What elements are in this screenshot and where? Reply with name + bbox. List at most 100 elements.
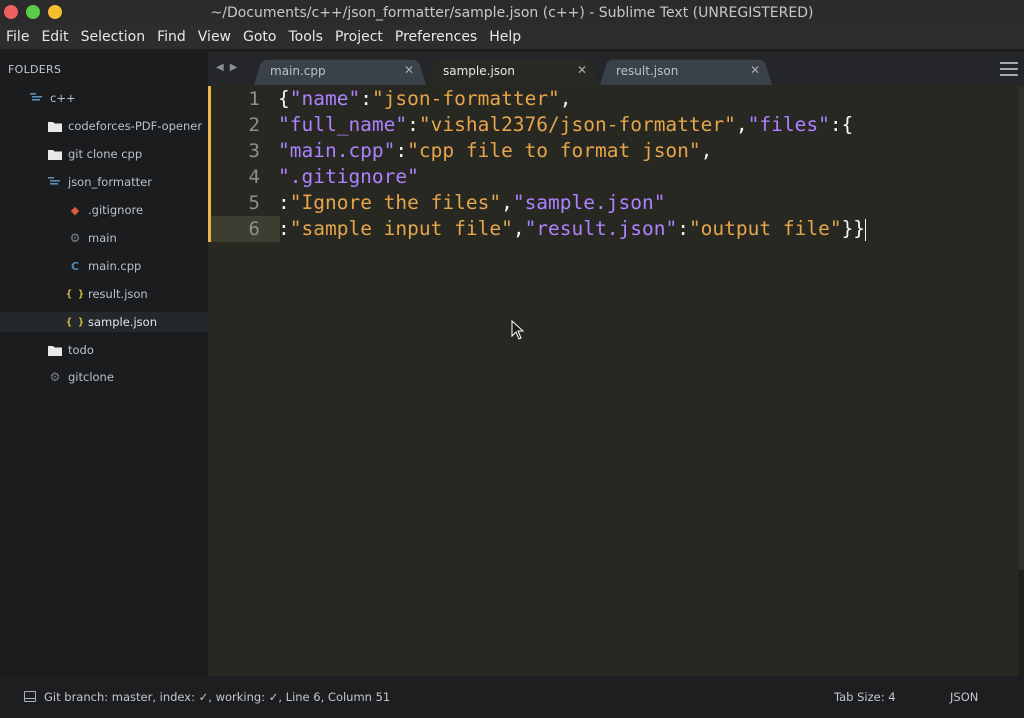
sidebar-item-result-json[interactable]: { } result.json <box>66 284 148 304</box>
json-braces-icon: { } <box>65 316 85 328</box>
sidebar-item-label: c++ <box>50 91 76 105</box>
menu-find[interactable]: Find <box>151 25 192 49</box>
window-controls <box>4 5 62 19</box>
folder-open-icon <box>30 91 44 105</box>
sidebar-item-json-formatter-folder[interactable]: json_formatter <box>48 172 152 192</box>
json-punctuation: :{ <box>829 113 854 136</box>
sidebar-item-label: todo <box>68 343 94 357</box>
minimize-window-button[interactable] <box>48 5 62 19</box>
menu-tools[interactable]: Tools <box>282 25 329 49</box>
sidebar-item-cpp-folder[interactable]: c++ <box>30 88 76 108</box>
sidebar-item-gitclone[interactable]: ⚙ gitclone <box>48 367 114 387</box>
code-line[interactable]: :"sample input file","result.json":"outp… <box>278 216 867 242</box>
tab-label: sample.json <box>443 64 515 78</box>
cpp-icon: C <box>70 259 80 273</box>
code-line[interactable]: "full_name":"vishal2376/json-formatter",… <box>278 112 853 138</box>
code-line[interactable]: ".gitignore" <box>278 164 419 190</box>
tab-result-json[interactable]: result.json ✕ <box>600 57 772 85</box>
json-punctuation: , <box>735 113 748 136</box>
json-punctuation: , <box>559 87 572 110</box>
json-string: "sample input file" <box>289 217 513 240</box>
tab-size-indicator[interactable]: Tab Size: 4 <box>834 690 896 704</box>
sidebar-item-sample-json[interactable]: { } sample.json <box>0 312 208 332</box>
sidebar-item-main[interactable]: ⚙ main <box>68 228 117 248</box>
json-punctuation: , <box>512 217 525 240</box>
sidebar-item-label: json_formatter <box>68 175 152 189</box>
json-key: "sample.json" <box>512 191 666 214</box>
code-line[interactable]: "main.cpp":"cpp file to format json", <box>278 138 712 164</box>
gear-icon: ⚙ <box>49 370 61 384</box>
sidebar-item-label: .gitignore <box>88 203 144 217</box>
gear-icon: ⚙ <box>69 231 81 245</box>
menu-file[interactable]: File <box>0 25 35 49</box>
json-punctuation: : <box>360 87 372 110</box>
close-icon[interactable]: ✕ <box>404 63 414 77</box>
sidebar-item-main-cpp[interactable]: C main.cpp <box>68 256 141 276</box>
json-key: "result.json" <box>524 217 678 240</box>
gutter: 1 2 3 4 5 6 <box>208 86 278 256</box>
json-string: "json-formatter" <box>371 87 560 110</box>
menu-project[interactable]: Project <box>329 25 389 49</box>
sidebar-item-codeforces-folder[interactable]: codeforces-PDF-opener <box>48 116 202 136</box>
line-number: 2 <box>248 114 260 136</box>
sidebar: FOLDERS c++ codeforces-PDF-opener git cl… <box>0 52 208 676</box>
tab-nav-arrows: ◀ ▶ <box>216 62 237 73</box>
menu-view[interactable]: View <box>192 25 237 49</box>
json-punctuation: , <box>700 139 713 162</box>
close-icon[interactable]: ✕ <box>750 63 760 77</box>
tab-main-cpp[interactable]: main.cpp ✕ <box>254 57 426 85</box>
sidebar-header: FOLDERS <box>8 63 62 76</box>
mouse-pointer-icon <box>511 319 525 344</box>
sidebar-item-label: git clone cpp <box>68 147 143 161</box>
git-icon: ◆ <box>70 203 80 217</box>
json-punctuation: }} <box>841 217 866 240</box>
line-number: 4 <box>248 166 260 188</box>
menu-bar: File Edit Selection Find View Goto Tools… <box>0 25 1024 49</box>
sidebar-item-git-clone-cpp-folder[interactable]: git clone cpp <box>48 144 142 164</box>
tab-sample-json[interactable]: sample.json ✕ <box>427 57 599 85</box>
menu-selection[interactable]: Selection <box>75 25 152 49</box>
line-number: 5 <box>248 192 260 214</box>
minimap-strip[interactable] <box>1018 86 1024 570</box>
sidebar-item-label: sample.json <box>88 315 157 329</box>
line-number: 6 <box>248 218 260 240</box>
folder-icon <box>48 147 62 161</box>
folder-icon <box>48 119 62 133</box>
json-punctuation: , <box>501 191 513 214</box>
json-key: "name" <box>289 87 361 110</box>
line-number: 3 <box>248 140 260 162</box>
tab-label: main.cpp <box>270 64 326 78</box>
json-key: "files" <box>747 113 830 136</box>
json-key: "full_name" <box>278 113 408 136</box>
close-window-button[interactable] <box>4 5 18 19</box>
menu-preferences[interactable]: Preferences <box>389 25 483 49</box>
line-number: 1 <box>248 88 260 110</box>
json-punctuation: { <box>278 87 290 110</box>
editor[interactable]: 1 2 3 4 5 6 {"name":"json-formatter", "fu… <box>208 86 1018 676</box>
text-cursor <box>865 218 867 241</box>
chevron-left-icon[interactable]: ◀ <box>216 62 224 73</box>
json-punctuation: : <box>407 113 419 136</box>
sidebar-item-label: main <box>88 231 117 245</box>
code-line[interactable]: :"Ignore the files","sample.json" <box>278 190 665 216</box>
json-punctuation: : <box>677 217 689 240</box>
close-icon[interactable]: ✕ <box>577 63 587 77</box>
menu-help[interactable]: Help <box>483 25 527 49</box>
maximize-window-button[interactable] <box>26 5 40 19</box>
json-key: "main.cpp" <box>278 139 396 162</box>
modified-lines-marker <box>208 86 211 242</box>
panel-toggle-icon[interactable] <box>24 691 36 702</box>
sidebar-item-gitignore[interactable]: ◆ .gitignore <box>68 200 143 220</box>
status-bar: Git branch: master, index: ✓, working: ✓… <box>0 676 1024 718</box>
menu-goto[interactable]: Goto <box>237 25 282 49</box>
code-line[interactable]: {"name":"json-formatter", <box>278 86 572 112</box>
sidebar-item-label: codeforces-PDF-opener <box>68 119 203 133</box>
syntax-indicator[interactable]: JSON <box>950 690 978 704</box>
menu-icon[interactable] <box>1000 62 1018 76</box>
json-string: "output file" <box>688 217 842 240</box>
menu-edit[interactable]: Edit <box>35 25 74 49</box>
tab-label: result.json <box>616 64 679 78</box>
sidebar-item-todo-folder[interactable]: todo <box>48 340 94 360</box>
chevron-right-icon[interactable]: ▶ <box>230 62 238 73</box>
tab-bar: ◀ ▶ main.cpp ✕ sample.json ✕ result.json… <box>208 52 1024 86</box>
